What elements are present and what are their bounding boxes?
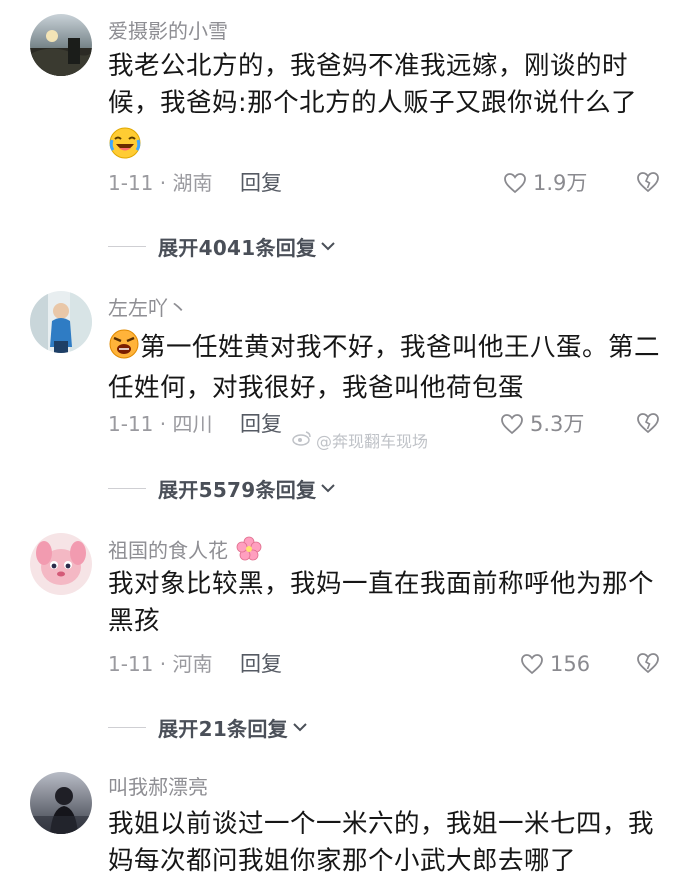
dislike-button[interactable] <box>636 652 660 678</box>
angry-emoji <box>108 327 140 370</box>
reply-button[interactable]: 回复 <box>240 170 282 196</box>
comment-text-body: 我姐以前谈过一个一米六的，我姐一米七四，我妈每次都问我姐你家那个小武大郎去哪了 <box>108 809 655 876</box>
avatar[interactable] <box>30 533 92 595</box>
divider <box>108 245 146 248</box>
expand-replies[interactable]: 展开4041条回复 <box>108 232 336 261</box>
heart-icon <box>504 173 526 194</box>
broken-heart-icon <box>637 653 659 674</box>
username[interactable]: 祖国的食人花 <box>108 536 262 568</box>
broken-heart-icon <box>637 172 659 193</box>
comment-text: 第一任姓黄对我不好，我爸叫他王八蛋。第二任姓何，对我很好，我爸叫他荷包蛋 <box>108 327 668 407</box>
like-button[interactable]: 156 <box>520 651 590 677</box>
expand-replies[interactable]: 展开21条回复 <box>108 713 308 742</box>
expand-replies-label: 展开5579条回复 <box>158 478 317 502</box>
avatar[interactable] <box>30 14 92 76</box>
username-text: 祖国的食人花 <box>108 538 228 563</box>
heart-icon <box>521 654 543 675</box>
comment-text-body: 我对象比较黑，我妈一直在我面前称呼他为那个黑孩 <box>108 569 655 636</box>
divider <box>108 487 146 490</box>
like-count: 1.9万 <box>533 171 588 195</box>
like-button[interactable]: 5.3万 <box>500 411 584 437</box>
watermark: @奔现翻车现场 <box>292 428 428 452</box>
broken-heart-icon <box>637 413 659 434</box>
dislike-button[interactable] <box>636 171 660 197</box>
avatar[interactable] <box>30 772 92 834</box>
like-count: 156 <box>550 652 591 676</box>
chevron-down-icon <box>320 479 336 498</box>
date-location: 1-11 · 河南 <box>108 652 213 676</box>
comment-text: 我对象比较黑，我妈一直在我面前称呼他为那个黑孩 <box>108 566 668 640</box>
date-location: 1-11 · 四川 <box>108 412 213 436</box>
reply-button[interactable]: 回复 <box>240 651 282 677</box>
username[interactable]: 叫我郝漂亮 <box>108 774 208 800</box>
comment-text: 我姐以前谈过一个一米六的，我姐一米七四，我妈每次都问我姐你家那个小武大郎去哪了 <box>108 806 668 880</box>
expand-replies-label: 展开4041条回复 <box>158 236 317 260</box>
username[interactable]: 爱摄影的小雪 <box>108 18 228 44</box>
comment-text-body: 第一任姓黄对我不好，我爸叫他王八蛋。第二任姓何，对我很好，我爸叫他荷包蛋 <box>108 332 661 404</box>
like-count: 5.3万 <box>530 412 585 436</box>
heart-icon <box>501 414 523 435</box>
chevron-down-icon <box>292 718 308 737</box>
reply-button[interactable]: 回复 <box>240 411 282 437</box>
username[interactable]: 左左吖丶 <box>108 295 188 321</box>
comment-text-body: 我老公北方的，我爸妈不准我远嫁，刚谈的时候，我爸妈:那个北方的人贩子又跟你说什么… <box>108 51 638 118</box>
laugh-cry-emoji <box>108 126 142 171</box>
dislike-button[interactable] <box>636 412 660 438</box>
weibo-icon <box>292 430 312 450</box>
expand-replies[interactable]: 展开5579条回复 <box>108 474 336 503</box>
like-button[interactable]: 1.9万 <box>503 170 587 196</box>
watermark-text: @奔现翻车现场 <box>316 432 429 451</box>
avatar[interactable] <box>30 291 92 353</box>
comment-text: 我老公北方的，我爸妈不准我远嫁，刚谈的时候，我爸妈:那个北方的人贩子又跟你说什么… <box>108 48 668 171</box>
cherry-blossom-emoji <box>236 536 262 568</box>
chevron-down-icon <box>320 237 336 256</box>
date-location: 1-11 · 湖南 <box>108 171 213 195</box>
expand-replies-label: 展开21条回复 <box>158 717 288 741</box>
divider <box>108 726 146 729</box>
